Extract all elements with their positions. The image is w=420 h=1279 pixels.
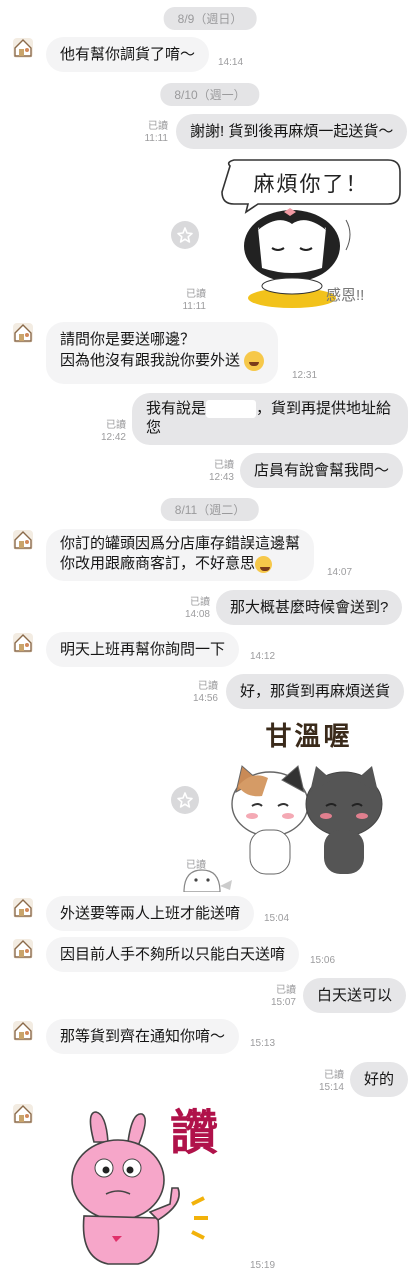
message-time: 12:43 <box>208 472 234 483</box>
house-avatar-icon[interactable] <box>12 1020 34 1042</box>
message-time: 15:04 <box>264 913 290 924</box>
sweat-smile-emoji-icon <box>255 555 273 573</box>
incoming-message[interactable]: 因目前人手不夠所以只能白天送唷 <box>46 937 300 972</box>
read-receipt: 已讀 <box>190 597 210 608</box>
sticker-caption: 甘溫喔 <box>265 721 353 751</box>
star-icon <box>177 792 193 808</box>
outgoing-message[interactable]: 好，那貨到再麻煩送貨 <box>226 674 405 709</box>
message-time: 14:56 <box>192 693 218 704</box>
date-separator: 8/9（週日） <box>163 7 257 30</box>
message-time: 14:08 <box>184 609 210 620</box>
outgoing-message[interactable]: 店員有說會幫我問～ <box>240 453 404 488</box>
message-time: 15:14 <box>318 1082 344 1093</box>
message-line: 因為他沒有跟我說你要外送 <box>60 350 265 372</box>
incoming-message[interactable]: 他有幫你調貨了唷～ <box>46 37 210 72</box>
message-time: 11:11 <box>144 133 168 144</box>
house-avatar-icon[interactable] <box>12 897 34 919</box>
incoming-message[interactable]: 外送要等兩人上班才能送唷 <box>46 896 255 931</box>
incoming-message[interactable]: 你訂的罐頭因爲分店庫存錯誤這邊幫 你改用跟廠商客訂，不好意思 <box>46 529 315 581</box>
message-time: 14:14 <box>218 57 244 68</box>
house-avatar-icon[interactable] <box>12 322 34 344</box>
sticker-caption: 讚 <box>170 1107 219 1160</box>
outgoing-message[interactable]: 我有說是 ，貨到再提供地址給 您 <box>132 393 408 445</box>
message-time: 15:19 <box>250 1260 276 1271</box>
sticker-subcaption: 感恩!! <box>326 287 365 304</box>
message-time: 15:06 <box>310 955 336 966</box>
message-line: 您 <box>146 419 162 437</box>
message-time: 14:12 <box>250 651 276 662</box>
message-time: 11:11 <box>182 301 206 312</box>
house-avatar-icon[interactable] <box>12 37 34 59</box>
sticker-shortcut-button[interactable] <box>171 221 199 249</box>
message-line: 我有說是 ，貨到再提供地址給 <box>146 400 392 419</box>
redacted-text <box>206 400 257 419</box>
message-line: 你改用跟廠商客訂，不好意思 <box>60 554 300 574</box>
incoming-message[interactable]: 請問你是要送哪邊？ 因為他沒有跟我說你要外送 <box>46 322 279 384</box>
sticker-caption: 麻煩你了！ <box>253 173 369 196</box>
read-receipt: 已讀 <box>276 985 296 996</box>
grin-emoji-icon <box>244 351 265 372</box>
incoming-message[interactable]: 明天上班再幫你詢問一下 <box>46 632 240 667</box>
incoming-message[interactable]: 那等貨到齊在通知你唷～ <box>46 1019 240 1054</box>
read-receipt: 已讀 <box>148 121 168 132</box>
house-avatar-icon[interactable] <box>12 938 34 960</box>
read-receipt: 已讀 <box>186 289 206 300</box>
sticker-shortcut-button[interactable] <box>171 786 199 814</box>
house-avatar-icon[interactable] <box>12 529 34 551</box>
message-time: 12:42 <box>100 432 126 443</box>
message-time: 15:07 <box>270 997 296 1008</box>
outgoing-message[interactable]: 白天送可以 <box>303 978 407 1013</box>
read-receipt: 已讀 <box>214 460 234 471</box>
read-receipt: 已讀 <box>324 1070 344 1081</box>
ghost-sticker-peek-icon <box>183 869 232 892</box>
date-separator: 8/10（週一） <box>160 83 260 106</box>
date-separator: 8/11（週二） <box>160 498 260 521</box>
message-time: 12:31 <box>292 370 318 381</box>
chat-view: 8/9（週日） 他有幫你調貨了唷～ 14:14 8/10（週一） 已讀 11:1… <box>0 0 420 1279</box>
message-time: 14:07 <box>327 567 353 578</box>
message-line: 你訂的罐頭因爲分店庫存錯誤這邊幫 <box>60 535 301 552</box>
read-receipt: 已讀 <box>106 420 126 431</box>
house-avatar-icon[interactable] <box>12 1103 34 1125</box>
message-line: 請問你是要送哪邊？ <box>60 331 196 348</box>
star-icon <box>177 227 193 243</box>
read-receipt: 已讀 <box>198 681 218 692</box>
message-time: 15:13 <box>250 1038 276 1049</box>
outgoing-message[interactable]: 謝謝! 貨到後再麻煩一起送貨～ <box>176 114 408 149</box>
house-avatar-icon[interactable] <box>12 632 34 654</box>
outgoing-message[interactable]: 那大概甚麼時候會送到? <box>216 590 403 625</box>
outgoing-message[interactable]: 好的 <box>350 1062 409 1097</box>
